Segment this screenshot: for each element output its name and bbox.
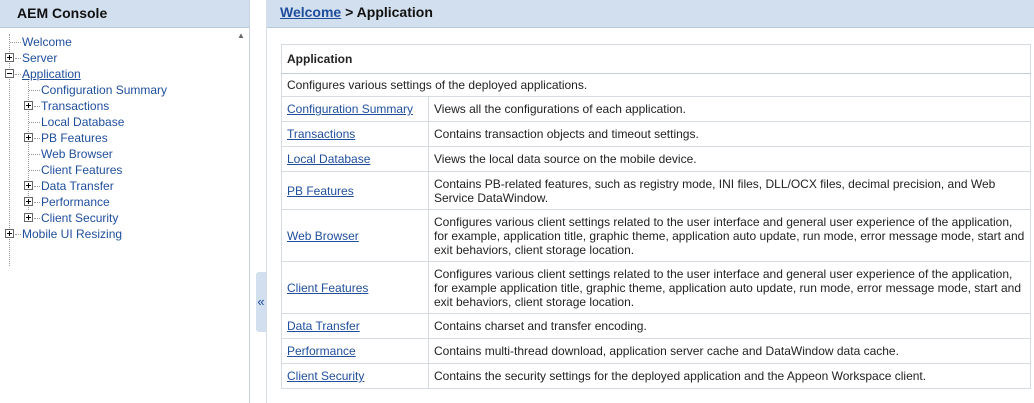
tree-connector <box>34 186 40 187</box>
link-transactions[interactable]: Transactions <box>287 127 355 141</box>
table-cell-desc: Configures various client settings relat… <box>428 261 1031 314</box>
table-cell-name: Client Security <box>281 363 429 389</box>
breadcrumb-current: Application <box>356 4 433 20</box>
tree-item-transactions[interactable]: Transactions <box>0 98 237 114</box>
table-cell-desc: Contains charset and transfer encoding. <box>428 313 1031 339</box>
link-configuration-summary[interactable]: Configuration Summary <box>287 102 413 116</box>
link-data-transfer[interactable]: Data Transfer <box>287 319 360 333</box>
tree-item-label[interactable]: Data Transfer <box>41 178 114 194</box>
tree-item-client-security[interactable]: Client Security <box>0 210 237 226</box>
breadcrumb-link-welcome[interactable]: Welcome <box>280 4 341 20</box>
link-web-browser[interactable]: Web Browser <box>287 229 359 243</box>
breadcrumb-separator: > <box>341 4 357 20</box>
table-cell-name: Transactions <box>281 121 429 147</box>
table-title: Application <box>281 44 1031 74</box>
tree-item-label[interactable]: Local Database <box>41 114 124 130</box>
table-row: Web Browser Configures various client se… <box>281 209 1031 262</box>
console-title: AEM Console <box>0 0 249 28</box>
collapse-icon[interactable] <box>5 69 14 78</box>
tree-connector <box>34 106 40 107</box>
tree-connector <box>15 74 21 75</box>
tree-item-label[interactable]: Performance <box>41 194 110 210</box>
table-cell-name: Client Features <box>281 261 429 314</box>
tree-item-application[interactable]: Application <box>0 66 237 82</box>
tree-item-label[interactable]: Configuration Summary <box>41 82 167 98</box>
tree-item-label[interactable]: Server <box>22 50 57 66</box>
table-cell-desc: Views the local data source on the mobil… <box>428 146 1031 172</box>
tree-item-pb-features[interactable]: PB Features <box>0 130 237 146</box>
table-row: Data Transfer Contains charset and trans… <box>281 313 1031 339</box>
link-pb-features[interactable]: PB Features <box>287 184 354 198</box>
table-cell-name: Configuration Summary <box>281 96 429 122</box>
table-cell-name: Local Database <box>281 146 429 172</box>
table-row: Transactions Contains transaction object… <box>281 121 1031 147</box>
tree-item-label[interactable]: Client Features <box>41 162 122 178</box>
application-table: Application Configures various settings … <box>281 44 1031 389</box>
tree-item-local-database[interactable]: Local Database <box>0 114 237 130</box>
expand-icon[interactable] <box>24 213 33 222</box>
tree-connector <box>10 42 21 43</box>
tree-item-welcome[interactable]: Welcome <box>0 34 237 50</box>
link-client-features[interactable]: Client Features <box>287 281 368 295</box>
table-cell-name: Data Transfer <box>281 313 429 339</box>
table-row: Client Security Contains the security se… <box>281 363 1031 389</box>
tree-item-performance[interactable]: Performance <box>0 194 237 210</box>
main-content: Application Configures various settings … <box>281 44 1031 389</box>
breadcrumb: Welcome > Application <box>267 0 1034 28</box>
tree-connector <box>29 154 40 155</box>
link-local-database[interactable]: Local Database <box>287 152 370 166</box>
table-row: Local Database Views the local data sour… <box>281 146 1031 172</box>
tree-connector <box>34 218 40 219</box>
tree-connector <box>15 234 21 235</box>
tree-connector <box>34 202 40 203</box>
table-cell-desc: Configures various client settings relat… <box>428 209 1031 262</box>
table-cell-desc: Contains transaction objects and timeout… <box>428 121 1031 147</box>
tree-item-label[interactable]: Application <box>22 66 81 82</box>
tree-connector <box>15 58 21 59</box>
tree-item-configuration-summary[interactable]: Configuration Summary <box>0 82 237 98</box>
tree-item-label[interactable]: Transactions <box>41 98 109 114</box>
table-row: Configuration Summary Views all the conf… <box>281 96 1031 122</box>
expand-icon[interactable] <box>5 229 14 238</box>
scroll-up-icon[interactable]: ▲ <box>237 32 245 40</box>
navigation-panel: AEM Console ▲ Welcome Server Application <box>0 0 250 403</box>
navigation-tree-container: ▲ Welcome Server Application Configurati… <box>0 28 249 403</box>
tree-item-label[interactable]: Welcome <box>22 34 72 50</box>
table-cell-name: Performance <box>281 338 429 364</box>
tree-item-client-features[interactable]: Client Features <box>0 162 237 178</box>
tree-item-data-transfer[interactable]: Data Transfer <box>0 178 237 194</box>
link-client-security[interactable]: Client Security <box>287 369 364 383</box>
table-row: Client Features Configures various clien… <box>281 261 1031 314</box>
table-cell-desc: Views all the configurations of each app… <box>428 96 1031 122</box>
tree-item-server[interactable]: Server <box>0 50 237 66</box>
navigation-tree: Welcome Server Application Configuration… <box>0 34 237 266</box>
link-performance[interactable]: Performance <box>287 344 356 358</box>
expand-icon[interactable] <box>24 133 33 142</box>
table-row: Performance Contains multi-thread downlo… <box>281 338 1031 364</box>
table-cell-name: PB Features <box>281 171 429 210</box>
tree-connector <box>29 170 40 171</box>
tree-connector <box>29 90 40 91</box>
tree-item-label[interactable]: PB Features <box>41 130 108 146</box>
tree-item-mobile-ui-resizing[interactable]: Mobile UI Resizing <box>0 226 237 242</box>
tree-connector <box>34 138 40 139</box>
collapse-panel-icon[interactable]: « <box>256 272 266 332</box>
expand-icon[interactable] <box>24 197 33 206</box>
tree-item-label[interactable]: Client Security <box>41 210 118 226</box>
expand-icon[interactable] <box>5 53 14 62</box>
table-cell-name: Web Browser <box>281 209 429 262</box>
tree-item-web-browser[interactable]: Web Browser <box>0 146 237 162</box>
table-cell-desc: Contains PB-related features, such as re… <box>428 171 1031 210</box>
expand-icon[interactable] <box>24 101 33 110</box>
table-row: PB Features Contains PB-related features… <box>281 171 1031 210</box>
table-cell-desc: Contains multi-thread download, applicat… <box>428 338 1031 364</box>
tree-item-label[interactable]: Mobile UI Resizing <box>22 226 122 242</box>
table-cell-desc: Contains the security settings for the d… <box>428 363 1031 389</box>
tree-connector <box>29 122 40 123</box>
expand-icon[interactable] <box>24 181 33 190</box>
content-panel: Welcome > Application Application Config… <box>266 0 1034 403</box>
tree-item-label[interactable]: Web Browser <box>41 146 113 162</box>
table-description: Configures various settings of the deplo… <box>281 73 1031 97</box>
